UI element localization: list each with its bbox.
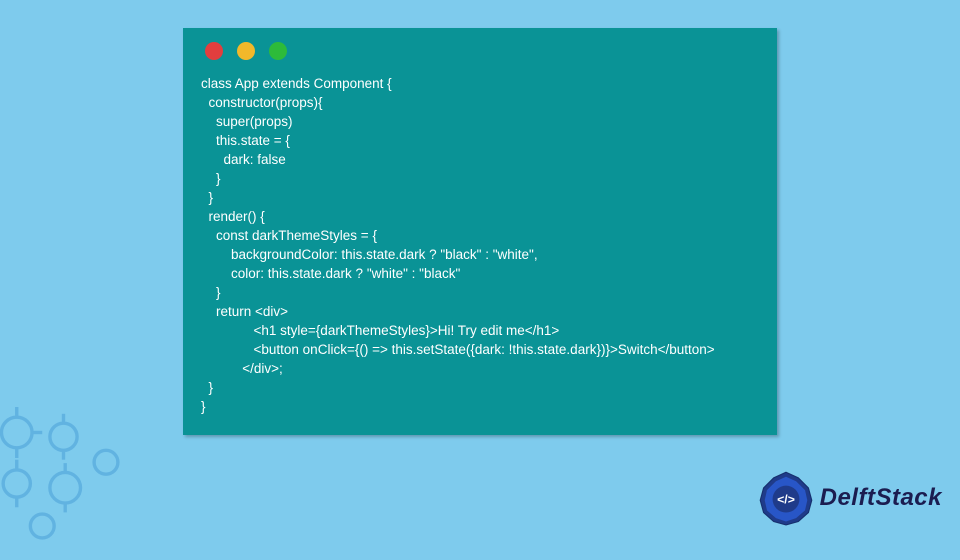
brand: </> DelftStack [758,470,942,526]
background-pattern-icon [0,390,140,560]
code-block: class App extends Component { constructo… [201,74,759,416]
close-icon [205,42,223,60]
maximize-icon [269,42,287,60]
minimize-icon [237,42,255,60]
brand-logo-icon: </> [758,470,814,526]
brand-name: DelftStack [820,484,942,512]
code-window: class App extends Component { constructo… [183,28,777,435]
svg-text:</>: </> [777,493,795,507]
window-controls [201,42,759,60]
